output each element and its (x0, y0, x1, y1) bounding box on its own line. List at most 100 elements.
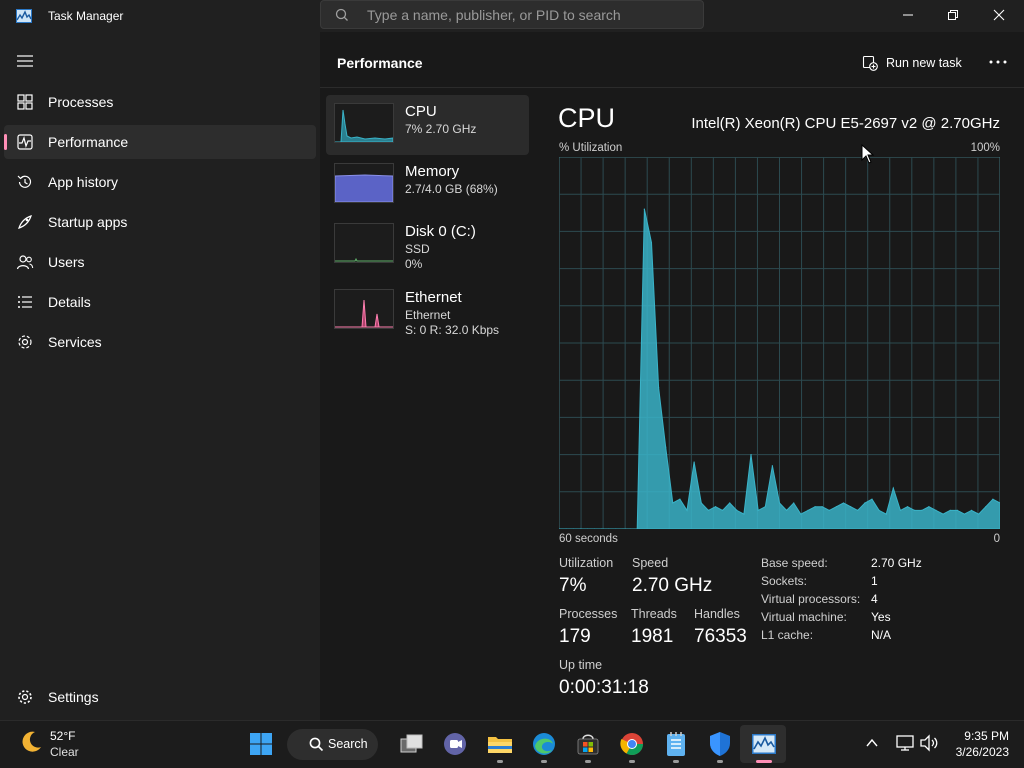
data-point (657, 387, 660, 389)
sidebar-item-details[interactable]: Details (4, 285, 316, 319)
data-point (750, 454, 752, 456)
search-input[interactable] (367, 7, 687, 23)
data-point (771, 465, 773, 467)
spec-key: Virtual processors: (761, 592, 861, 606)
data-point (736, 509, 738, 511)
sidebar-item-label: Details (48, 294, 91, 310)
task-view-button[interactable] (398, 730, 426, 758)
tile-name: Disk 0 (C:) (405, 223, 476, 240)
data-point (800, 513, 802, 515)
data-point (665, 446, 667, 448)
y-axis-min-label: 0 (993, 533, 1000, 545)
run-new-task-button[interactable]: Run new task (862, 53, 962, 73)
sidebar-item-label: Settings (48, 689, 99, 705)
sidebar-item-app-history[interactable]: App history (4, 165, 316, 199)
data-point (949, 509, 951, 511)
data-point (850, 506, 852, 508)
chevron-up-icon[interactable] (865, 737, 879, 749)
running-indicator (541, 760, 547, 763)
notepad-button[interactable] (662, 730, 690, 758)
spec-value: 2.70 GHz (871, 556, 922, 570)
utilization-label: Utilization (559, 556, 614, 570)
uptime-value: 0:00:31:18 (559, 677, 649, 698)
data-point (700, 502, 702, 504)
run-task-icon (862, 55, 878, 71)
data-point (985, 506, 987, 508)
run-task-label: Run new task (886, 56, 962, 70)
more-options-icon[interactable] (988, 55, 1008, 69)
start-button[interactable] (247, 730, 275, 758)
cpu-utilization-chart (559, 157, 1000, 529)
hamburger-menu-icon[interactable] (16, 53, 34, 69)
data-point (842, 502, 845, 504)
running-indicator (497, 760, 503, 763)
processes-icon (17, 94, 33, 110)
taskbar-search-button[interactable]: Search (287, 729, 378, 760)
data-point (835, 506, 838, 508)
minimize-icon (903, 14, 913, 16)
y-axis-label: % Utilization (559, 142, 623, 154)
edge-browser-button[interactable] (530, 730, 558, 758)
close-button[interactable] (976, 0, 1022, 30)
sidebar-item-startup-apps[interactable]: Startup apps (4, 205, 316, 239)
data-point (978, 513, 980, 515)
tile-disk[interactable]: Disk 0 (C:) SSD 0% (326, 215, 529, 275)
data-point (793, 502, 795, 504)
restore-icon (948, 10, 958, 20)
teams-chat-button[interactable] (441, 730, 469, 758)
processes-value: 179 (559, 626, 591, 647)
handles-value: 76353 (694, 626, 747, 647)
microsoft-store-button[interactable] (574, 730, 602, 758)
weather-moon-icon[interactable] (18, 729, 44, 755)
gear-icon (18, 690, 32, 704)
windows-security-button[interactable] (706, 730, 734, 758)
sidebar-item-settings[interactable]: Settings (4, 680, 316, 714)
data-point (807, 509, 809, 511)
folder-icon (488, 737, 512, 753)
search-icon (309, 737, 324, 752)
task-manager-app-icon (16, 9, 32, 23)
processes-label: Processes (559, 607, 618, 621)
data-point (721, 509, 724, 511)
volume-icon[interactable] (919, 734, 939, 752)
sidebar-item-users[interactable]: Users (4, 245, 316, 279)
tile-memory[interactable]: Memory 2.7/4.0 GB (68%) (326, 155, 529, 215)
clock-time[interactable]: 9:35 PM (964, 729, 1009, 743)
shield-icon (710, 732, 730, 756)
cpu-model: Intel(R) Xeon(R) CPU E5-2697 v2 @ 2.70GH… (691, 115, 1000, 132)
data-point (970, 509, 973, 511)
network-icon[interactable] (895, 734, 915, 752)
chat-icon (444, 733, 466, 755)
details-icon (18, 296, 32, 308)
chrome-browser-button[interactable] (618, 730, 646, 758)
file-explorer-button[interactable] (486, 730, 514, 758)
data-point (679, 498, 681, 500)
data-point (899, 509, 902, 511)
x-axis-label: 60 seconds (559, 533, 618, 545)
uptime-label: Up time (559, 658, 603, 672)
users-icon (16, 255, 34, 270)
task-manager-taskbar-button[interactable] (750, 730, 778, 758)
sidebar-item-label: Processes (48, 94, 114, 110)
minimize-button[interactable] (885, 0, 931, 30)
store-icon (577, 734, 599, 755)
clock-date[interactable]: 3/26/2023 (956, 745, 1009, 759)
restore-button[interactable] (930, 0, 976, 30)
tile-name: Ethernet (405, 289, 462, 306)
active-indicator (4, 134, 7, 150)
weather-description[interactable]: Clear (50, 745, 79, 759)
sidebar-item-label: Users (48, 254, 85, 270)
search-box[interactable] (320, 0, 704, 29)
tile-ethernet[interactable]: Ethernet Ethernet S: 0 R: 32.0 Kbps (326, 281, 529, 341)
handles-label: Handles (694, 607, 740, 621)
data-point (707, 509, 709, 511)
running-indicator (717, 760, 723, 763)
history-icon (17, 175, 32, 188)
data-point (786, 509, 788, 511)
sidebar-item-performance[interactable]: Performance (4, 125, 316, 159)
cpu-thumbnail-graph (335, 109, 393, 142)
sidebar-item-services[interactable]: Services (4, 325, 316, 359)
tile-cpu[interactable]: CPU 7% 2.70 GHz (326, 95, 529, 155)
sidebar-item-processes[interactable]: Processes (4, 85, 316, 119)
weather-temperature[interactable]: 52°F (50, 729, 75, 743)
